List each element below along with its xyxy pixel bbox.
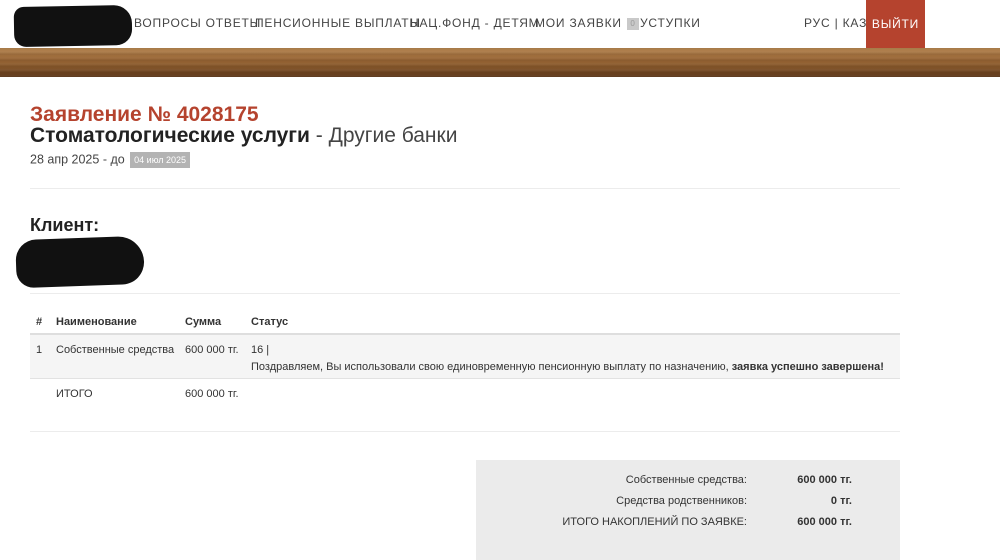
summary-label: Собственные средства:	[625, 474, 747, 486]
logout-button[interactable]: ВЫЙТИ	[866, 0, 925, 48]
status-code: 16 |	[251, 344, 270, 356]
summary-value: 600 000 тг.	[797, 474, 852, 486]
row-status: 16 | Поздравляем, Вы использовали свою е…	[251, 344, 884, 373]
summary-value: 0 тг.	[830, 495, 852, 507]
table-row: 1 Собственные средства 600 000 тг. 16 | …	[30, 335, 900, 379]
col-header-sum: Сумма	[185, 316, 222, 328]
divider	[30, 293, 900, 294]
application-title: Стоматологические услуги - Другие банки	[30, 124, 457, 148]
col-header-number: #	[36, 316, 43, 328]
row-number: 1	[36, 344, 43, 356]
top-navbar: ВОПРОСЫ ОТВЕТЫ ПЕНСИОННЫЕ ВЫПЛАТЫ НАЦ.ФО…	[0, 0, 1000, 48]
lang-kz-link[interactable]: КАЗ	[843, 16, 868, 30]
summary-row-relatives: Средства родственников: 0 тг.	[476, 495, 900, 511]
divider	[30, 188, 900, 189]
status-message: Поздравляем, Вы использовали свою единов…	[251, 361, 884, 373]
summary-row-own: Собственные средства: 600 000 тг.	[476, 474, 900, 490]
nav-pension-payments[interactable]: ПЕНСИОННЫЕ ВЫПЛАТЫ	[255, 16, 421, 30]
status-message-bold: заявка успешно завершена!	[731, 361, 884, 373]
language-switcher: РУС | КАЗ	[804, 16, 867, 30]
row-sum: 600 000 тг.	[185, 344, 239, 356]
date-from: 28 апр 2025	[30, 152, 100, 167]
summary-label: ИТОГО НАКОПЛЕНИЙ ПО ЗАЯВКЕ:	[562, 516, 747, 528]
title-separator: -	[309, 124, 329, 147]
status-message-text: Поздравляем, Вы использовали свою единов…	[251, 361, 732, 373]
summary-value: 600 000 тг.	[797, 516, 852, 528]
client-label: Клиент:	[30, 215, 100, 235]
bank-name: Другие банки	[328, 124, 458, 147]
row-name: Собственные средства	[56, 344, 175, 356]
date-until-badge: 04 июл 2025	[130, 152, 191, 168]
wood-banner	[0, 48, 1000, 77]
summary-label: Средства родственников:	[616, 495, 747, 507]
divider	[30, 431, 900, 432]
application-dates: 28 апр 2025 - до 04 июл 2025	[30, 152, 191, 168]
redacted-logo[interactable]	[13, 4, 133, 48]
summary-row-total: ИТОГО НАКОПЛЕНИЙ ПО ЗАЯВКЕ: 600 000 тг.	[476, 516, 900, 532]
nav-my-applications[interactable]: МОИ ЗАЯВКИ	[535, 16, 622, 30]
savings-summary-panel: Собственные средства: 600 000 тг. Средст…	[476, 460, 900, 560]
nav-natfund-children[interactable]: НАЦ.ФОНД - ДЕТЯМ	[410, 16, 539, 30]
table-total-row: ИТОГО 600 000 тг.	[30, 379, 900, 409]
col-header-status: Статус	[251, 316, 289, 328]
date-until-label: - до	[99, 152, 129, 167]
lang-ru-link[interactable]: РУС	[804, 16, 830, 30]
total-label: ИТОГО	[56, 388, 93, 400]
redacted-client-name	[15, 235, 145, 289]
nav-faq[interactable]: ВОПРОСЫ ОТВЕТЫ	[134, 16, 261, 30]
nav-services-label: УСТУПКИ	[640, 16, 701, 30]
payments-table: # Наименование Сумма Статус 1 Собственны…	[30, 307, 900, 409]
total-sum: 600 000 тг.	[185, 388, 239, 400]
table-header-row: # Наименование Сумма Статус	[30, 307, 900, 335]
service-name: Стоматологические услуги	[30, 124, 310, 147]
services-count-badge: 0	[627, 17, 639, 30]
nav-services[interactable]: 0 УСТУПКИ	[627, 16, 701, 30]
lang-separator: |	[834, 16, 839, 30]
col-header-name: Наименование	[56, 316, 137, 328]
